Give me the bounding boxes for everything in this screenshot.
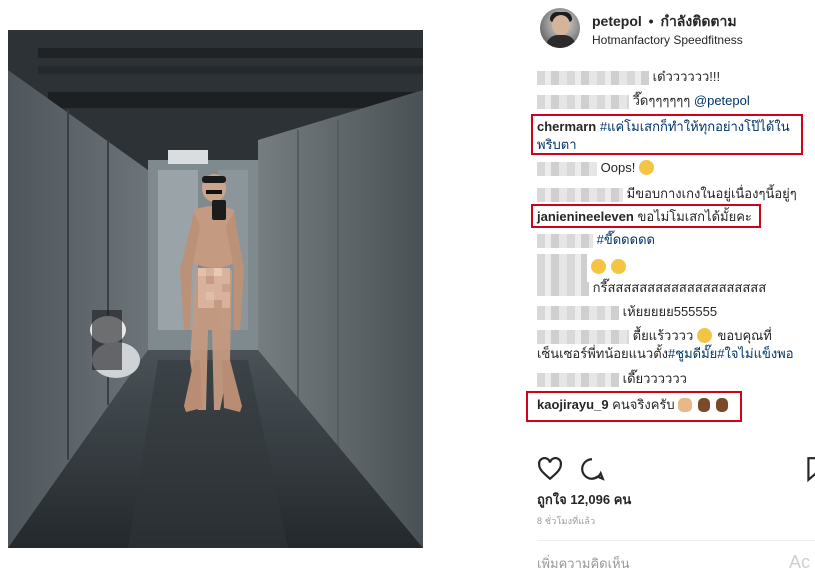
hashtag-link[interactable]: #ชูมดีมั๊ย#ใจไม่แข็งพอ xyxy=(668,346,794,361)
instagram-post: petepol • กำลังติดตาม Hotmanfactory Spee… xyxy=(0,0,815,577)
blurred-username xyxy=(537,70,649,85)
emoji-crying-icon xyxy=(611,259,627,275)
action-bar xyxy=(537,452,815,484)
comment-text: วี๊ดๆๆๆๆๆๆ xyxy=(632,93,691,108)
blurred-username xyxy=(537,254,587,282)
blurred-username xyxy=(537,94,629,109)
comment-item: Oops! xyxy=(537,159,656,177)
following-button[interactable]: กำลังติดตาม xyxy=(660,13,736,29)
comment-text: เดี๊ยวววววว xyxy=(622,371,687,386)
comment-item: กรี๊สสสสสสสสสสสสสสสสสสสส xyxy=(537,279,766,297)
blurred-username xyxy=(537,187,623,202)
blurred-username xyxy=(537,305,619,320)
comment-item: เดี๊ยวววววว xyxy=(537,370,687,388)
blurred-username xyxy=(537,233,593,248)
blurred-username xyxy=(537,329,629,344)
comment-text: เห้ยยยยย555555 xyxy=(622,304,718,319)
comment-text: ตื้ยแร้วววว xyxy=(632,328,694,343)
comment-item: เห้ยยยยย555555 xyxy=(537,303,717,321)
comment-item xyxy=(537,254,628,282)
blurred-username xyxy=(537,281,589,296)
post-photo[interactable] xyxy=(8,30,423,548)
highlight-box xyxy=(531,204,761,228)
comment-icon[interactable] xyxy=(579,456,605,482)
add-comment-input[interactable]: เพิ่มความคิดเห็น xyxy=(537,553,630,574)
comment-item: ตื้ยแร้วววว ขอบคุณที่ xyxy=(537,327,772,345)
emoji-surprised-icon xyxy=(590,259,606,275)
avatar[interactable] xyxy=(540,8,580,48)
comment-text: มีขอบกางเกงในอยู่เนื่องๆนี้อยู่ๆ xyxy=(626,186,797,201)
post-photo-image xyxy=(8,30,423,548)
divider xyxy=(537,540,815,541)
comment-item: #ขี๊ดดดดด xyxy=(537,231,655,249)
blurred-username xyxy=(537,161,597,176)
comment-text-2: ขอบคุณที่ xyxy=(717,328,772,343)
emoji-grin-icon xyxy=(638,160,654,175)
comment-text: Oops! xyxy=(600,160,636,175)
separator-dot: • xyxy=(648,13,654,29)
heart-icon[interactable] xyxy=(537,456,563,482)
comment-continuation: เซ็นเซอร์พี่ทน้อยแนวตั้ง#ชูมดีมั๊ย#ใจไม่… xyxy=(537,345,794,363)
post-header: petepol • กำลังติดตาม Hotmanfactory Spee… xyxy=(540,6,815,54)
comment-text: เด๋วววววว!!! xyxy=(652,69,721,84)
highlight-box xyxy=(526,391,742,422)
likes-count[interactable]: ถูกใจ 12,096 คน xyxy=(537,489,631,510)
highlight-box xyxy=(531,114,803,155)
comment-text: กรี๊สสสสสสสสสสสสสสสสสสสส xyxy=(592,280,767,295)
activation-watermark: Ac xyxy=(789,552,811,572)
post-timestamp[interactable]: 8 ชั่วโมงที่แล้ว xyxy=(537,514,595,528)
mention-link[interactable]: @petepol xyxy=(694,93,750,108)
username-link[interactable]: petepol xyxy=(592,13,642,29)
bookmark-icon[interactable] xyxy=(803,456,815,482)
blurred-username xyxy=(537,372,619,387)
comment-item: เด๋วววววว!!! xyxy=(537,68,720,86)
header-username-line: petepol • กำลังติดตาม xyxy=(592,11,737,33)
comment-item: มีขอบกางเกงในอยู่เนื่องๆนี้อยู่ๆ xyxy=(537,185,797,203)
location-link[interactable]: Hotmanfactory Speedfitness xyxy=(592,33,743,47)
comment-item: วี๊ดๆๆๆๆๆๆ @petepol xyxy=(537,92,750,110)
emoji-smile-icon xyxy=(696,328,712,343)
hashtag-link[interactable]: #ขี๊ดดดดด xyxy=(597,232,655,247)
comment-text-3: เซ็นเซอร์พี่ทน้อยแนวตั้ง xyxy=(537,346,669,361)
